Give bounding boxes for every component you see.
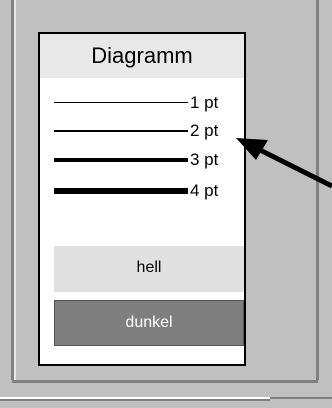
line-width-label: 1 pt [190, 93, 219, 112]
line-sample-1pt [54, 102, 188, 103]
line-sample-4pt [54, 188, 188, 194]
pane-bottom-border [12, 380, 318, 383]
line-width-label: 2 pt [190, 121, 219, 140]
statusbar-divider [270, 397, 332, 399]
line-width-label: 4 pt [190, 181, 219, 200]
line-width-option-4pt[interactable]: 4 pt [54, 179, 244, 203]
line-width-option-2pt[interactable]: 2 pt [54, 119, 244, 143]
line-width-label: 3 pt [190, 150, 219, 169]
statusbar-top-shadow [0, 399, 270, 401]
bottom-strip [0, 380, 332, 408]
palette-title: Diagramm [40, 34, 244, 78]
chart-format-palette: Diagramm 1 pt 2 pt 3 pt 4 pt hell dunkel [38, 32, 246, 366]
line-width-option-1pt[interactable]: 1 pt [54, 91, 244, 115]
line-sample-3pt [54, 158, 188, 162]
window-left-highlight [14, 0, 16, 380]
pane-right-border [316, 0, 319, 392]
line-sample-2pt [54, 130, 188, 132]
screenshot-stage: Diagramm 1 pt 2 pt 3 pt 4 pt hell dunkel [0, 0, 332, 408]
line-width-option-3pt[interactable]: 3 pt [54, 148, 244, 172]
arrow-shaft [250, 143, 332, 189]
dark-color-button[interactable]: dunkel [54, 300, 244, 346]
light-color-button[interactable]: hell [54, 246, 244, 292]
